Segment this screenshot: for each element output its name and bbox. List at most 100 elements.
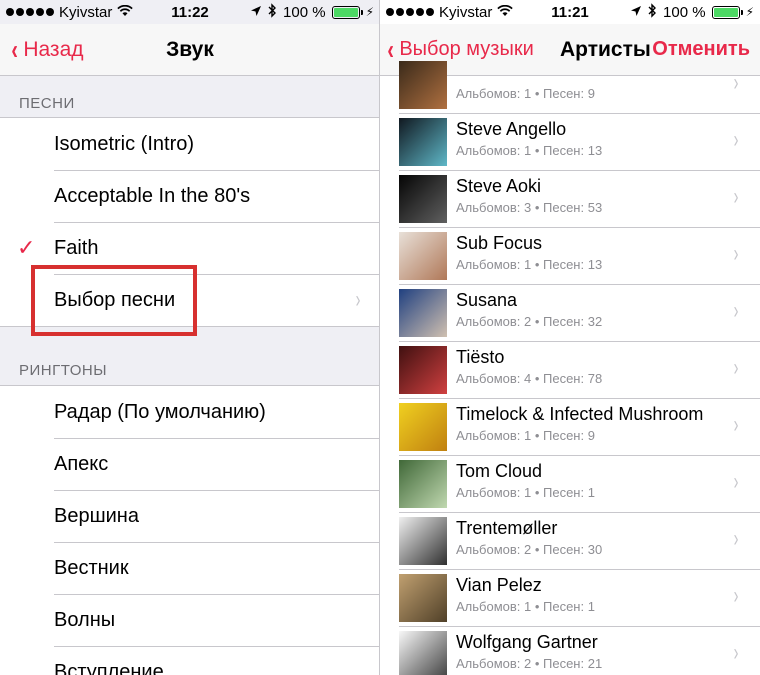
ringtone-label: Радар (По умолчанию): [54, 400, 266, 423]
album-art-thumbnail: [399, 289, 447, 337]
ringtone-label: Вестник: [54, 556, 129, 579]
artist-name: Tiësto: [456, 347, 505, 367]
artist-name: Timelock & Infected Mushroom: [456, 404, 704, 424]
artist-name: Vian Pelez: [456, 575, 542, 595]
chevron-left-icon: ‹: [11, 33, 18, 65]
artist-item[interactable]: Steve Aoki Альбомов: 3 • Песен: 53 ›: [380, 171, 760, 228]
chevron-right-icon: ›: [733, 297, 739, 324]
panel-divider: [379, 0, 380, 675]
ringtones-list: Радар (По умолчанию) Апекс Вершина Вестн…: [0, 385, 380, 675]
carrier-name: Kyivstar: [439, 3, 493, 21]
ringtone-label: Апекс: [54, 452, 109, 475]
song-label: Faith: [54, 236, 99, 259]
artist-name: Trentemøller: [456, 518, 558, 538]
choose-song-label: Выбор песни: [54, 288, 176, 311]
chevron-right-icon: ›: [733, 582, 739, 609]
chevron-right-icon: ›: [355, 286, 361, 313]
album-art-thumbnail: [399, 403, 447, 451]
artist-list: Альбомов: 1 • Песен: 9 › Steve Angello Альб…: [380, 61, 760, 675]
location-icon: [630, 4, 642, 21]
ringtone-label: Вступление: [54, 660, 164, 675]
artist-stats: Альбомов: 2 • Песен: 30: [456, 542, 603, 557]
battery-percent: 100 %: [283, 3, 326, 21]
ringtone-item[interactable]: Волны: [0, 594, 380, 646]
wifi-icon: [117, 4, 134, 20]
navigation-bar: ‹ Назад Звук: [0, 24, 380, 76]
song-item[interactable]: Isometric (Intro): [0, 118, 380, 170]
chevron-right-icon: ›: [733, 69, 739, 96]
signal-strength-icon: [386, 8, 434, 16]
artist-name: Tom Cloud: [456, 461, 543, 481]
artist-item[interactable]: Tom Cloud Альбомов: 1 • Песен: 1 ›: [380, 456, 760, 513]
chevron-right-icon: ›: [733, 240, 739, 267]
artist-item[interactable]: Trentemøller Альбомов: 2 • Песен: 30 ›: [380, 513, 760, 570]
artist-stats: Альбомов: 1 • Песен: 1: [456, 599, 595, 614]
battery-icon: [331, 5, 363, 19]
chevron-right-icon: ›: [733, 525, 739, 552]
song-item[interactable]: Acceptable In the 80's: [0, 170, 380, 222]
artist-item[interactable]: Wolfgang Gartner Альбомов: 2 • Песен: 21 ›: [380, 627, 760, 675]
ringtone-item[interactable]: Вступление: [0, 646, 380, 675]
checkmark-icon: ✓: [17, 235, 36, 260]
artist-item[interactable]: Susana Альбомов: 2 • Песен: 32 ›: [380, 285, 760, 342]
battery-icon: [711, 5, 743, 19]
album-art-thumbnail: [399, 232, 447, 280]
bluetooth-icon: [648, 2, 657, 22]
ringtone-item[interactable]: Радар (По умолчанию): [0, 386, 380, 438]
artist-item[interactable]: Альбомов: 1 • Песен: 9 ›: [380, 57, 760, 114]
ringtone-item[interactable]: Апекс: [0, 438, 380, 490]
artist-item[interactable]: Timelock & Infected Mushroom Альбомов: 1 …: [380, 399, 760, 456]
artist-stats: Альбомов: 1 • Песен: 1: [456, 485, 595, 500]
album-art-thumbnail: [399, 118, 447, 166]
album-art-thumbnail: [399, 631, 447, 675]
songs-list: Isometric (Intro) Acceptable In the 80's…: [0, 117, 380, 327]
album-art-thumbnail: [399, 346, 447, 394]
ringtone-item[interactable]: Вестник: [0, 542, 380, 594]
artist-stats: Альбомов: 1 • Песен: 9: [456, 86, 595, 101]
artist-name: Steve Aoki: [456, 176, 542, 196]
artist-stats: Альбомов: 1 • Песен: 13: [456, 257, 603, 272]
choose-song-item[interactable]: Выбор песни ›: [0, 274, 380, 326]
artists-screen: Kyivstar 11:21 100 % ⚡ ‹ Выбор музыки Ар…: [380, 0, 760, 675]
location-icon: [250, 4, 262, 21]
album-art-thumbnail: [399, 460, 447, 508]
artist-stats: Альбомов: 3 • Песен: 53: [456, 200, 603, 215]
sound-settings-screen: Kyivstar 11:22 100 % ⚡ ‹ Назад Звук ПЕСН…: [0, 0, 380, 675]
status-bar: Kyivstar 11:22 100 % ⚡: [0, 0, 380, 24]
song-item-selected[interactable]: ✓ Faith: [0, 222, 380, 274]
chevron-right-icon: ›: [733, 411, 739, 438]
chevron-right-icon: ›: [733, 468, 739, 495]
songs-section-header: ПЕСНИ: [19, 95, 75, 112]
artist-item[interactable]: Vian Pelez Альбомов: 1 • Песен: 1 ›: [380, 570, 760, 627]
status-bar: Kyivstar 11:21 100 % ⚡: [380, 0, 760, 24]
artist-stats: Альбомов: 1 • Песен: 13: [456, 143, 603, 158]
artist-name: Susana: [456, 290, 518, 310]
chevron-right-icon: ›: [733, 354, 739, 381]
album-art-thumbnail: [399, 517, 447, 565]
song-label: Isometric (Intro): [54, 132, 195, 155]
artist-name: Sub Focus: [456, 233, 543, 253]
wifi-icon: [497, 4, 514, 20]
artist-stats: Альбомов: 4 • Песен: 78: [456, 371, 603, 386]
ringtone-item[interactable]: Вершина: [0, 490, 380, 542]
chevron-right-icon: ›: [733, 183, 739, 210]
back-label: Назад: [23, 37, 84, 61]
artist-stats: Альбомов: 2 • Песен: 21: [456, 656, 603, 671]
artist-name: Wolfgang Gartner: [456, 632, 598, 652]
artist-item[interactable]: Tiësto Альбомов: 4 • Песен: 78 ›: [380, 342, 760, 399]
back-button[interactable]: ‹ Назад: [0, 33, 84, 65]
ringtone-label: Волны: [54, 608, 116, 631]
album-art-thumbnail: [399, 61, 447, 109]
artist-stats: Альбомов: 1 • Песен: 9: [456, 428, 595, 443]
ringtone-label: Вершина: [54, 504, 139, 527]
carrier-name: Kyivstar: [59, 3, 113, 21]
bluetooth-icon: [268, 2, 277, 22]
album-art-thumbnail: [399, 175, 447, 223]
artist-name: Steve Angello: [456, 119, 567, 139]
ringtones-section-header: РИНГТОНЫ: [19, 362, 108, 379]
charging-icon: ⚡: [365, 5, 374, 19]
signal-strength-icon: [6, 8, 54, 16]
artist-item[interactable]: Sub Focus Альбомов: 1 • Песен: 13 ›: [380, 228, 760, 285]
artist-item[interactable]: Steve Angello Альбомов: 1 • Песен: 13 ›: [380, 114, 760, 171]
album-art-thumbnail: [399, 574, 447, 622]
